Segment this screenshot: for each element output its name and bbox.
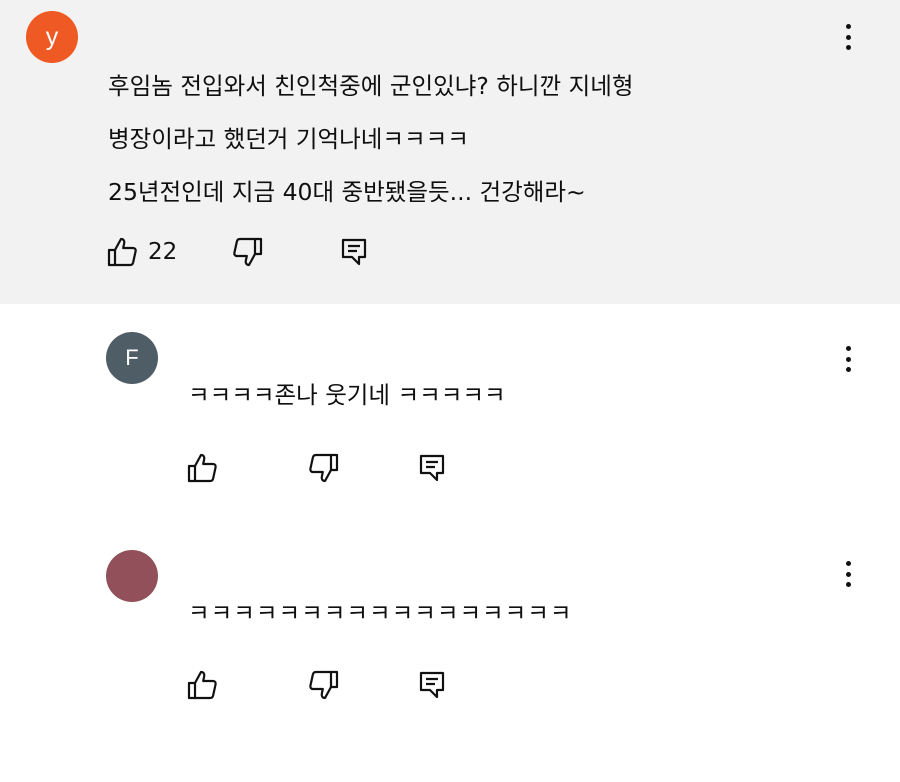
comment-line: 병장이라고 했던거 기억나네ㅋㅋㅋㅋ bbox=[108, 125, 469, 153]
thumbs-up-icon bbox=[187, 670, 217, 700]
avatar-letter: y bbox=[45, 22, 59, 51]
comment-line: ㅋㅋㅋㅋ존나 웃기네 ㅋㅋㅋㅋㅋ bbox=[188, 381, 506, 409]
like-count: 22 bbox=[148, 239, 178, 265]
dislike-button[interactable] bbox=[308, 669, 340, 701]
like-button[interactable] bbox=[186, 669, 218, 701]
comment-line: 후임놈 전입와서 친인척중에 군인있냐? 하니깐 지네형 bbox=[108, 72, 634, 100]
comment-line: 25년전인데 지금 40대 중반됐을듯... 건강해라~ bbox=[108, 178, 586, 206]
reply-button[interactable] bbox=[416, 669, 448, 701]
dislike-button[interactable] bbox=[232, 236, 264, 268]
reply-icon bbox=[341, 238, 367, 266]
avatar-letter: F bbox=[125, 345, 139, 370]
like-button[interactable] bbox=[186, 452, 218, 484]
reply-comment: F ㅋㅋㅋㅋ존나 웃기네 ㅋㅋㅋㅋㅋ bbox=[0, 304, 900, 514]
comment-text: 후임놈 전입와서 친인척중에 군인있냐? 하니깐 지네형 병장이라고 했던거 기… bbox=[108, 60, 633, 219]
dislike-button[interactable] bbox=[308, 452, 340, 484]
avatar[interactable]: y bbox=[26, 11, 78, 63]
reply-comment: ㅋㅋㅋㅋㅋㅋㅋㅋㅋㅋㅋㅋㅋㅋㅋㅋㅋ bbox=[0, 514, 900, 782]
more-vert-icon[interactable] bbox=[838, 344, 858, 374]
thumbs-down-icon bbox=[233, 237, 263, 267]
reply-button[interactable] bbox=[416, 452, 448, 484]
thumbs-up-icon bbox=[187, 453, 217, 483]
comment-text: ㅋㅋㅋㅋ존나 웃기네 ㅋㅋㅋㅋㅋ bbox=[188, 378, 506, 412]
avatar[interactable]: F bbox=[106, 332, 158, 384]
comment-line: ㅋㅋㅋㅋㅋㅋㅋㅋㅋㅋㅋㅋㅋㅋㅋㅋㅋ bbox=[188, 599, 573, 627]
reply-button[interactable] bbox=[338, 236, 370, 268]
thumbs-up-icon bbox=[107, 237, 137, 267]
like-button[interactable]: 22 bbox=[106, 236, 177, 268]
reply-icon bbox=[419, 671, 445, 699]
comment-highlighted: y 후임놈 전입와서 친인척중에 군인있냐? 하니깐 지네형 병장이라고 했던거… bbox=[0, 0, 900, 304]
thumbs-down-icon bbox=[309, 453, 339, 483]
more-vert-icon[interactable] bbox=[838, 559, 858, 589]
thumbs-down-icon bbox=[309, 670, 339, 700]
comment-text: ㅋㅋㅋㅋㅋㅋㅋㅋㅋㅋㅋㅋㅋㅋㅋㅋㅋ bbox=[188, 596, 573, 630]
avatar[interactable] bbox=[106, 550, 158, 602]
more-vert-icon[interactable] bbox=[838, 22, 858, 52]
reply-icon bbox=[419, 454, 445, 482]
